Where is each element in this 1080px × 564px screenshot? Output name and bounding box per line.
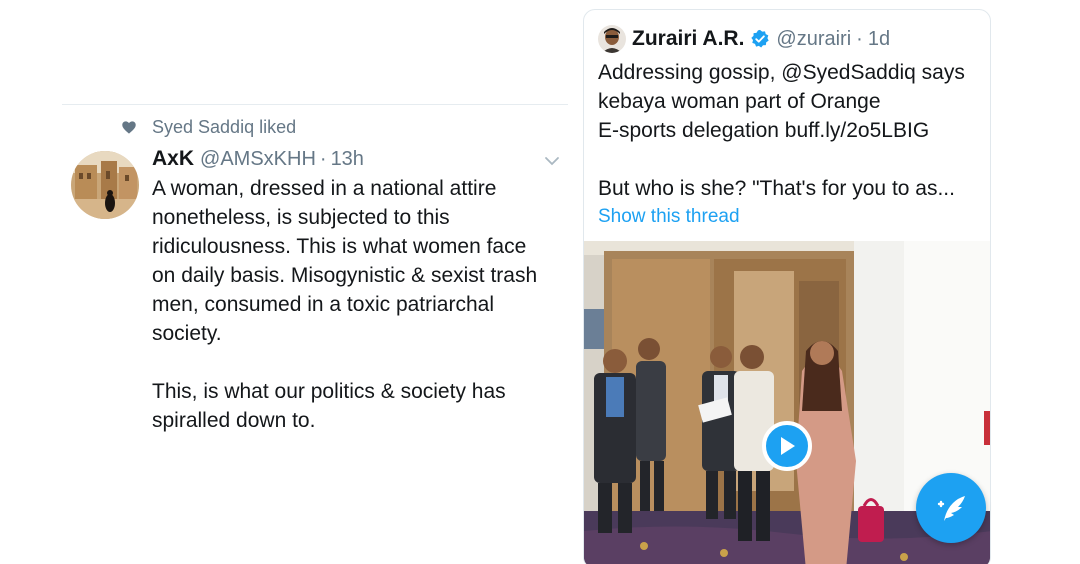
tweet-text-line: spiralled down to. bbox=[152, 409, 316, 432]
heart-icon bbox=[122, 120, 136, 134]
author-handle[interactable]: @AMSxKHH bbox=[200, 148, 316, 171]
tweet-text-line: kebaya woman part of Orange bbox=[598, 90, 881, 113]
tweet-text-line: men, consumed in a toxic patriarchal bbox=[152, 293, 494, 316]
tweet-text-line: society. bbox=[152, 322, 222, 345]
tweet-timestamp[interactable]: 1d bbox=[868, 28, 890, 51]
tweet-header: AxK @AMSxKHH · 13h bbox=[152, 147, 364, 171]
tweet-text: A woman, dressed in a national attire no… bbox=[152, 174, 572, 435]
compose-tweet-icon[interactable] bbox=[916, 473, 986, 543]
chevron-down-icon[interactable] bbox=[543, 154, 561, 168]
tweet-text-line: A woman, dressed in a national attire bbox=[152, 177, 497, 200]
tweet-text-line: on daily basis. Misogynistic & sexist tr… bbox=[152, 264, 538, 287]
tweet-header: Zurairi A.R. @zurairi · 1d bbox=[598, 25, 890, 53]
play-icon[interactable] bbox=[762, 421, 812, 471]
tweet-text-line: This, is what our politics & society has bbox=[152, 380, 506, 403]
show-thread-link[interactable]: Show this thread bbox=[598, 206, 740, 228]
author-name[interactable]: Zurairi A.R. bbox=[632, 27, 744, 51]
timeline-divider bbox=[62, 104, 568, 105]
author-handle[interactable]: @zurairi bbox=[776, 28, 851, 51]
avatar[interactable] bbox=[598, 25, 626, 53]
tweet-text-line: E-sports delegation buff.ly/2o5LBIG bbox=[598, 119, 930, 142]
tweet-text-line: nonetheless, is subjected to this bbox=[152, 206, 450, 229]
separator-dot: · bbox=[856, 27, 863, 50]
avatar[interactable] bbox=[71, 151, 139, 219]
separator-dot: · bbox=[319, 148, 327, 170]
tweet-text: Addressing gossip, @SyedSaddiq says keba… bbox=[598, 58, 983, 203]
tweet-text-line: ridiculousness. This is what women face bbox=[152, 235, 527, 258]
tweet-text-line: Addressing gossip, @SyedSaddiq says bbox=[598, 61, 965, 84]
social-context[interactable]: Syed Saddiq liked bbox=[122, 116, 296, 138]
liked-by-label: Syed Saddiq liked bbox=[152, 116, 297, 137]
tweet-timestamp[interactable]: 13h bbox=[331, 148, 364, 171]
tweet-text-line: But who is she? "That's for you to as... bbox=[598, 177, 955, 200]
author-name[interactable]: AxK bbox=[152, 147, 194, 171]
verified-badge-icon bbox=[750, 29, 770, 49]
